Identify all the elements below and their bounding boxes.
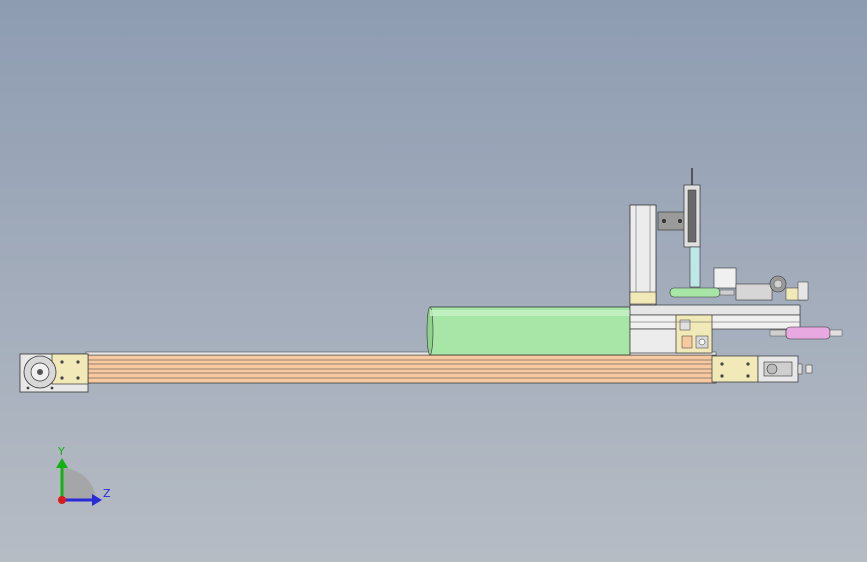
pneumatic-cylinder-green[interactable] <box>669 287 735 298</box>
z-arrow <box>92 494 102 506</box>
y-axis-label: Y <box>57 445 65 458</box>
z-axis-label: Z <box>103 487 111 500</box>
motor-unit[interactable] <box>713 267 809 301</box>
carriage-frame[interactable] <box>629 304 801 354</box>
cad-viewport[interactable]: Y Z <box>0 0 867 562</box>
y-arrow <box>56 458 68 468</box>
triad-plane <box>62 467 96 500</box>
assembly-model[interactable]: Y Z <box>0 0 867 562</box>
left-end-bracket[interactable] <box>19 353 89 393</box>
coordinate-triad: Y Z <box>56 445 111 506</box>
green-roller[interactable] <box>426 306 631 356</box>
right-end-bracket[interactable] <box>711 355 813 383</box>
x-axis-origin <box>58 496 66 504</box>
vertical-actuator[interactable] <box>683 168 701 288</box>
linear-rail[interactable] <box>85 351 717 384</box>
